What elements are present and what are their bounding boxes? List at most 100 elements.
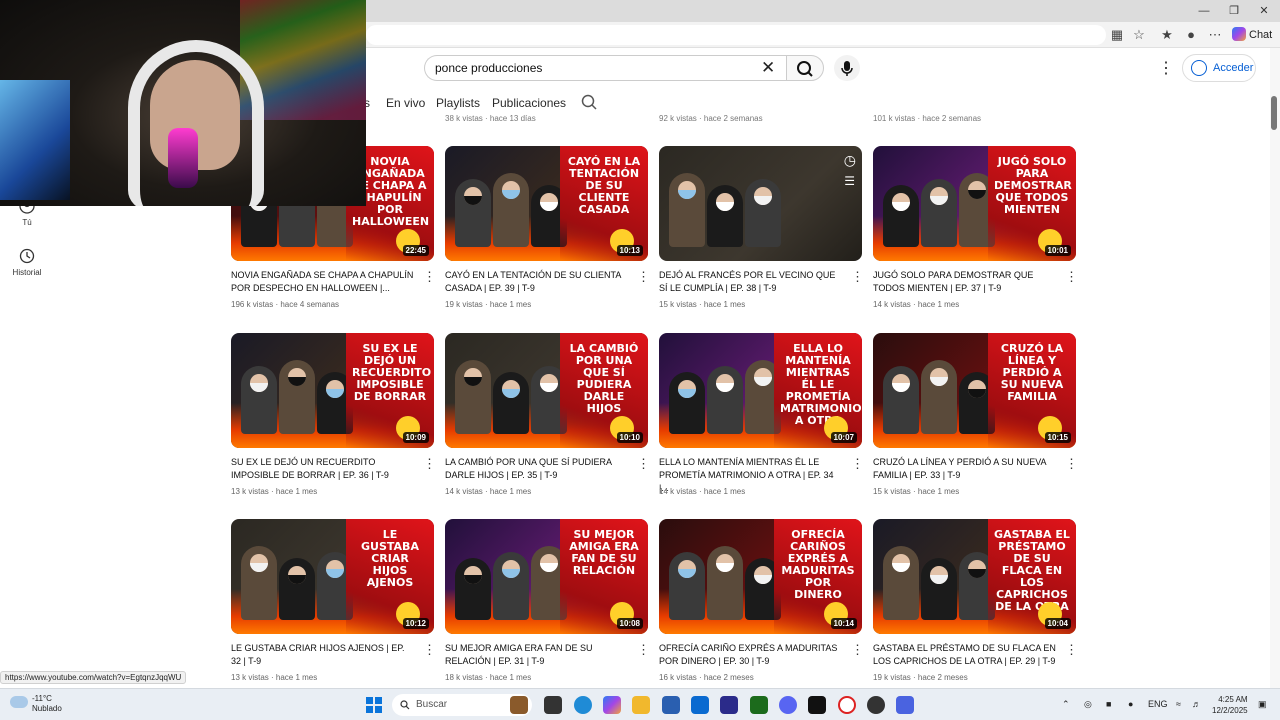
app-icon[interactable]: [896, 696, 914, 714]
video-title[interactable]: JUGÓ SOLO PARA DEMOSTRAR QUE TODOS MIENT…: [873, 269, 1059, 295]
video-title[interactable]: NOVIA ENGAÑADA SE CHAPA A CHAPULÍN POR D…: [231, 269, 417, 295]
video-menu-icon[interactable]: ⋮: [851, 270, 864, 283]
windows-start-icon[interactable]: [366, 697, 382, 713]
video-thumbnail[interactable]: SU EX LE DEJÓ UN RECUERDITO IMPOSIBLE DE…: [231, 333, 434, 448]
search-button[interactable]: [786, 55, 824, 81]
clear-search-icon[interactable]: ✕: [761, 58, 775, 78]
chevron-up-icon[interactable]: ⌃: [1062, 699, 1070, 710]
video-title[interactable]: LE GUSTABA CRIAR HIJOS AJENOS | EP. 32 |…: [231, 642, 417, 668]
video-menu-icon[interactable]: ⋮: [423, 643, 436, 656]
video-card[interactable]: ◷ ☰ DEJÓ AL FRANCÉS POR EL VECINO QUE SÍ L…: [659, 146, 864, 309]
video-title[interactable]: CAYÓ EN LA TENTACIÓN DE SU CLIENTA CASAD…: [445, 269, 631, 295]
terminal-icon[interactable]: [750, 696, 768, 714]
minimize-icon[interactable]: —: [1190, 2, 1218, 20]
tab-live[interactable]: En vivo: [386, 96, 425, 110]
tab-playlists[interactable]: Playlists: [436, 96, 480, 110]
thumbnail-people: [883, 354, 1003, 434]
video-title[interactable]: OFRECÍA CARIÑO EXPRÉS A MADURITAS POR DI…: [659, 642, 845, 668]
sign-in-button[interactable]: Acceder: [1182, 54, 1256, 82]
edge-browser-icon[interactable]: [574, 696, 592, 714]
sidebar-item-history[interactable]: Historial: [0, 248, 54, 277]
more-icon[interactable]: ⋯: [1206, 26, 1224, 44]
video-thumbnail[interactable]: LA CAMBIÓ POR UNA QUE SÍ PUDIERA DARLE H…: [445, 333, 648, 448]
video-card[interactable]: LE GUSTABA CRIAR HIJOS AJENOS 10:12 LE GUS…: [231, 519, 436, 682]
video-thumbnail[interactable]: OFRECÍA CARIÑOS EXPRÉS A MADURITAS POR D…: [659, 519, 862, 634]
watch-later-icon[interactable]: ◷: [844, 152, 856, 169]
video-menu-icon[interactable]: ⋮: [637, 643, 650, 656]
app-view-icon[interactable]: ▦: [1108, 26, 1126, 44]
task-view-icon[interactable]: [544, 696, 562, 714]
search-input[interactable]: ponce producciones ✕: [424, 55, 786, 81]
page-scrollbar[interactable]: [1270, 48, 1280, 688]
video-title[interactable]: SU MEJOR AMIGA ERA FAN DE SU RELACIÓN | …: [445, 642, 631, 668]
search-query[interactable]: ponce producciones: [435, 61, 542, 75]
favorite-star-icon[interactable]: ☆: [1130, 26, 1148, 44]
windows-taskbar: -11°C Nublado Buscar ⌃ ◎ ■ ● ENG ≈ ♬ 4:2…: [0, 688, 1280, 720]
video-menu-icon[interactable]: ⋮: [1065, 270, 1078, 283]
thumbnail-person: [883, 546, 919, 620]
video-menu-icon[interactable]: ⋮: [423, 457, 436, 470]
favorites-icon[interactable]: ★: [1158, 26, 1176, 44]
video-thumbnail[interactable]: CRUZÓ LA LÍNEA Y PERDIÓ A SU NUEVA FAMIL…: [873, 333, 1076, 448]
wifi-icon[interactable]: ≈: [1176, 699, 1181, 709]
video-menu-icon[interactable]: ⋮: [637, 270, 650, 283]
video-thumbnail[interactable]: ◷ ☰: [659, 146, 862, 261]
video-thumbnail[interactable]: ELLA LO MANTENÍA MIENTRAS ÉL LE PROMETÍA…: [659, 333, 862, 448]
capcut-icon[interactable]: [808, 696, 826, 714]
video-thumbnail[interactable]: GASTABA EL PRÉSTAMO DE SU FLACA EN LOS C…: [873, 519, 1076, 634]
add-to-queue-icon[interactable]: ☰: [844, 174, 855, 188]
video-menu-icon[interactable]: ⋮: [423, 270, 436, 283]
channel-search-icon[interactable]: [580, 93, 598, 111]
video-menu-icon[interactable]: ⋮: [1065, 457, 1078, 470]
app-icon[interactable]: [720, 696, 738, 714]
settings-menu-icon[interactable]: ⋮: [1158, 58, 1174, 78]
opera-icon[interactable]: [838, 696, 856, 714]
video-card[interactable]: ELLA LO MANTENÍA MIENTRAS ÉL LE PROMETÍA…: [659, 333, 864, 496]
video-duration: 10:10: [616, 432, 643, 443]
video-menu-icon[interactable]: ⋮: [637, 457, 650, 470]
language-indicator[interactable]: ENG: [1148, 699, 1168, 709]
video-card[interactable]: OFRECÍA CARIÑOS EXPRÉS A MADURITAS POR D…: [659, 519, 864, 682]
maximize-icon[interactable]: ❐: [1220, 2, 1248, 20]
video-title[interactable]: DEJÓ AL FRANCÉS POR EL VECINO QUE SÍ LE …: [659, 269, 845, 295]
video-menu-icon[interactable]: ⋮: [851, 643, 864, 656]
voice-search-button[interactable]: [834, 55, 860, 81]
video-menu-icon[interactable]: ⋮: [851, 457, 864, 470]
video-thumbnail[interactable]: CAYÓ EN LA TENTACIÓN DE SU CLIENTE CASAD…: [445, 146, 648, 261]
copilot-chat-button[interactable]: Chat: [1232, 25, 1272, 45]
video-card[interactable]: CRUZÓ LA LÍNEA Y PERDIÓ A SU NUEVA FAMIL…: [873, 333, 1078, 496]
account-circle-icon: [1191, 60, 1207, 76]
video-menu-icon[interactable]: ⋮: [1065, 643, 1078, 656]
video-thumbnail[interactable]: JUGÓ SOLO PARA DEMOSTRAR QUE TODOS MIENT…: [873, 146, 1076, 261]
obs-icon[interactable]: [867, 696, 885, 714]
url-field[interactable]: [366, 25, 1106, 45]
video-card[interactable]: CAYÓ EN LA TENTACIÓN DE SU CLIENTE CASAD…: [445, 146, 650, 309]
store-icon[interactable]: [662, 696, 680, 714]
profile-icon[interactable]: ●: [1182, 26, 1200, 44]
video-card[interactable]: GASTABA EL PRÉSTAMO DE SU FLACA EN LOS C…: [873, 519, 1078, 682]
video-title[interactable]: CRUZÓ LA LÍNEA Y PERDIÓ A SU NUEVA FAMIL…: [873, 456, 1059, 482]
scrollbar-thumb[interactable]: [1271, 96, 1277, 130]
tab-posts[interactable]: Publicaciones: [492, 96, 566, 110]
outlook-icon[interactable]: [691, 696, 709, 714]
microphone-tray-icon[interactable]: ●: [1128, 699, 1133, 709]
video-card[interactable]: LA CAMBIÓ POR UNA QUE SÍ PUDIERA DARLE H…: [445, 333, 650, 496]
video-title[interactable]: SU EX LE DEJÓ UN RECUERDITO IMPOSIBLE DE…: [231, 456, 417, 482]
video-card[interactable]: JUGÓ SOLO PARA DEMOSTRAR QUE TODOS MIENT…: [873, 146, 1078, 309]
video-title[interactable]: LA CAMBIÓ POR UNA QUE SÍ PUDIERA DARLE H…: [445, 456, 631, 482]
video-thumbnail[interactable]: LE GUSTABA CRIAR HIJOS AJENOS 10:12: [231, 519, 434, 634]
taskbar-clock[interactable]: 4:25 AM 12/2/2025: [1212, 694, 1248, 716]
tray-app-icon[interactable]: ■: [1106, 699, 1111, 709]
discord-icon[interactable]: [779, 696, 797, 714]
video-thumbnail[interactable]: SU MEJOR AMIGA ERA FAN DE SU RELACIÓN 10:…: [445, 519, 648, 634]
close-icon[interactable]: ✕: [1250, 2, 1278, 20]
thumbnail-mask: [326, 569, 344, 578]
video-card[interactable]: SU MEJOR AMIGA ERA FAN DE SU RELACIÓN 10:…: [445, 519, 650, 682]
copilot-icon[interactable]: [603, 696, 621, 714]
file-explorer-icon[interactable]: [632, 696, 650, 714]
video-title[interactable]: GASTABA EL PRÉSTAMO DE SU FLACA EN LOS C…: [873, 642, 1059, 668]
volume-icon[interactable]: ♬: [1192, 699, 1201, 709]
notification-icon[interactable]: ▣: [1258, 699, 1267, 710]
tray-app-icon[interactable]: ◎: [1084, 699, 1092, 710]
video-card[interactable]: SU EX LE DEJÓ UN RECUERDITO IMPOSIBLE DE…: [231, 333, 436, 496]
